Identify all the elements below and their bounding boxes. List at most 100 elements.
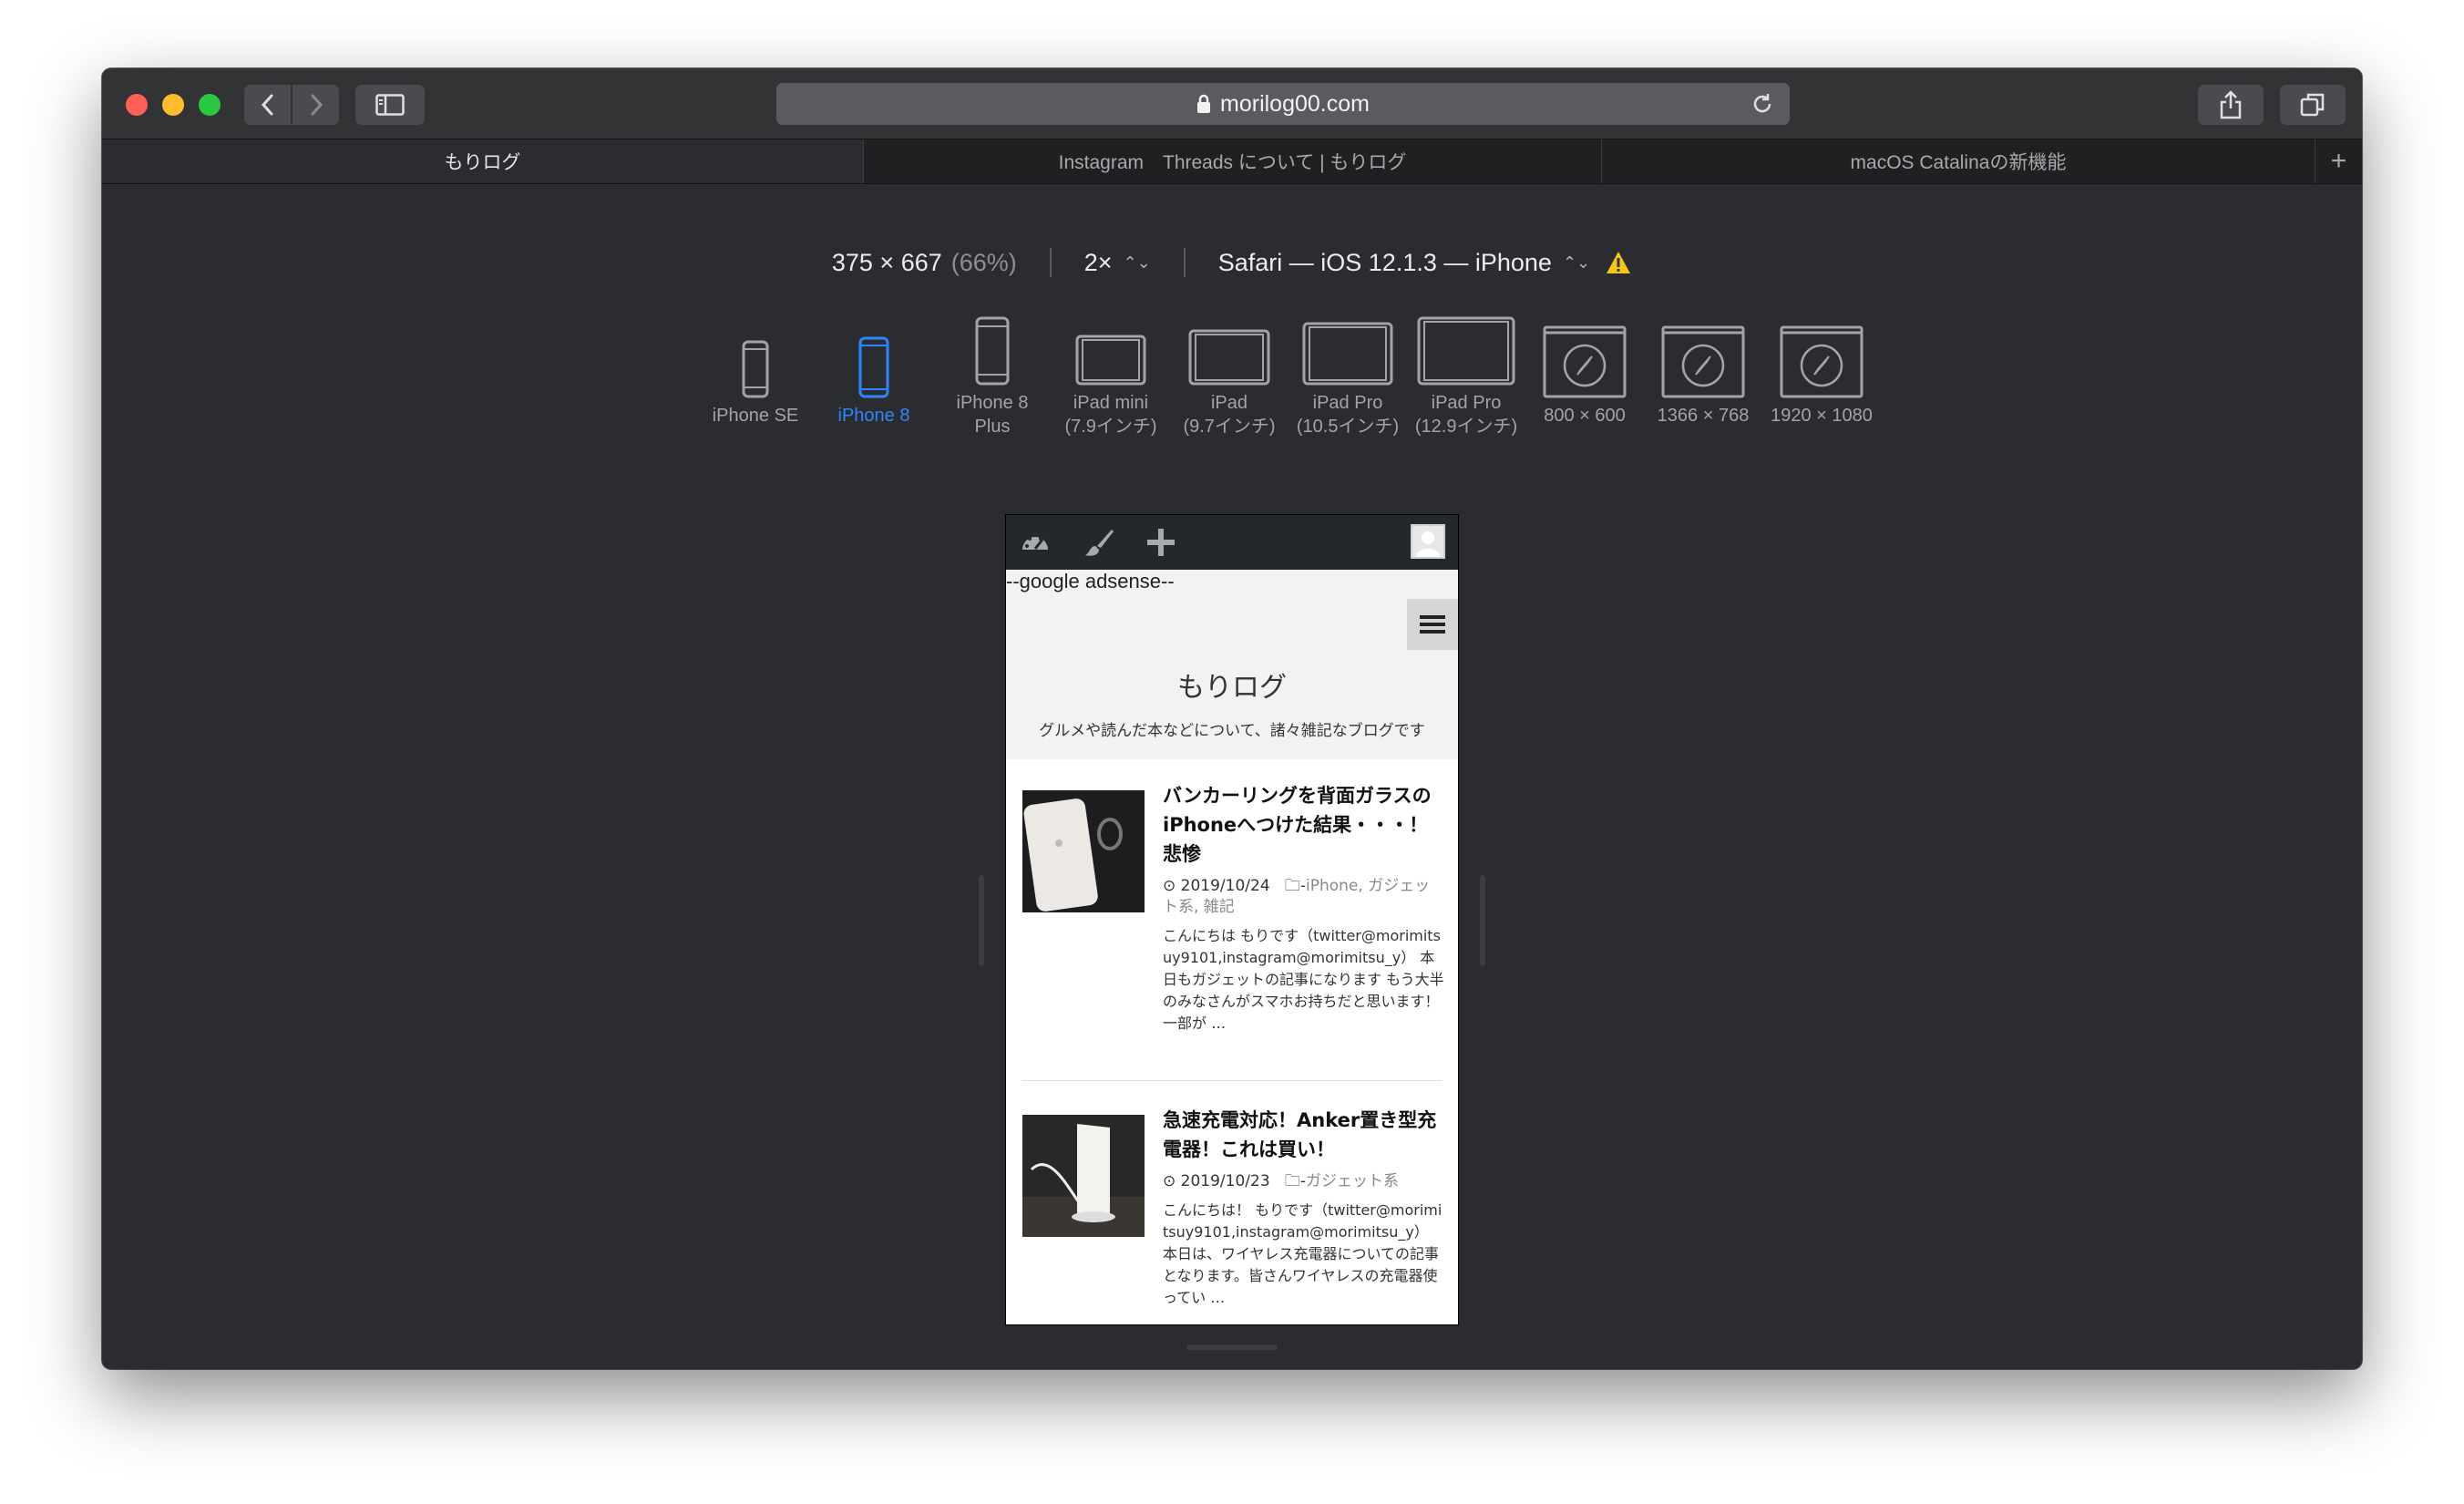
new-tab-button[interactable]: + [2315, 139, 2362, 183]
device-label: 1920 × 1080 [1771, 406, 1873, 426]
avatar[interactable] [1411, 524, 1445, 559]
tablet-icon [1302, 322, 1393, 386]
separator [1183, 248, 1186, 277]
forward-button[interactable] [293, 85, 339, 125]
post-thumbnail[interactable] [1022, 1115, 1145, 1237]
post-meta: ⊙ 2019/10/23 🗀-ガジェット系 [1163, 1171, 1445, 1192]
separator [1049, 248, 1052, 277]
site-header: もりログ グルメや読んだ本などについて、諸々雑記なブログです [1006, 570, 1458, 759]
tablet-icon [1417, 316, 1515, 386]
tablet-icon [1188, 329, 1270, 386]
compass-icon [1661, 325, 1745, 398]
hamburger-icon [1420, 615, 1445, 634]
site-title[interactable]: もりログ [1006, 664, 1458, 705]
close-window-button[interactable] [126, 94, 148, 116]
device-iphone-8[interactable]: iPhone 8 [815, 324, 933, 428]
resize-handle-right[interactable] [1480, 875, 1485, 966]
sidebar-toggle-button[interactable] [355, 85, 425, 125]
url-text: morilog00.com [1220, 90, 1370, 117]
user-icon [1416, 531, 1440, 557]
device-label: iPad [1210, 393, 1248, 413]
back-button[interactable] [244, 85, 291, 125]
viewport-dimensions: 375 × 667 [831, 248, 942, 276]
resize-handle-left[interactable] [979, 875, 984, 966]
divider [1022, 1080, 1442, 1081]
device-viewport: もりログ グルメや読んだ本などについて、諸々雑記なブログです --google … [1006, 515, 1458, 1324]
device-label: iPad Pro [1312, 393, 1383, 413]
device-ipad-pro-10-5[interactable]: iPad Pro (10.5インチ) [1288, 311, 1407, 438]
updown-chevron-icon: ⌃⌄ [1123, 253, 1151, 272]
post-title[interactable]: バンカーリングを背面ガラスのiPhoneへつけた結果・・・！悲惨 [1163, 781, 1445, 869]
browser-window: morilog00.com もりログ Instagram Threads につい… [102, 68, 2362, 1369]
responsive-design-bar: 375 × 667 (66%) 2× ⌃⌄ Safari — iOS 12.1.… [102, 242, 2362, 283]
device-ipad-mini[interactable]: iPad mini (7.9インチ) [1052, 311, 1170, 438]
device-presets: iPhone SE iPhone 8 iPhone 8 Plus iPad mi… [102, 316, 2362, 460]
lock-icon [1197, 94, 1211, 113]
reload-icon[interactable] [1750, 91, 1775, 117]
navigation-buttons [244, 85, 339, 125]
post-excerpt: こんにちは！ もりです（twitter@morimitsuy9101,insta… [1163, 1201, 1442, 1306]
tab-bar: もりログ Instagram Threads について | もりログ macOS… [102, 139, 2362, 184]
share-button[interactable] [2198, 85, 2264, 125]
zoom-window-button[interactable] [199, 94, 221, 116]
device-label: iPad mini [1073, 393, 1149, 413]
phone-icon [742, 340, 769, 398]
user-agent-select[interactable]: Safari — iOS 12.1.3 — iPhone [1218, 249, 1552, 277]
post-date: 2019/10/24 [1180, 877, 1270, 895]
warning-icon[interactable] [1605, 250, 1632, 275]
phone-icon [858, 336, 889, 398]
device-label-line2: Plus [974, 417, 1011, 437]
chevron-left-icon [261, 94, 272, 116]
menu-button[interactable] [1407, 599, 1458, 650]
post-date: 2019/10/23 [1180, 1172, 1270, 1190]
compass-icon [1780, 325, 1863, 398]
wp-admin-bar [1006, 515, 1458, 570]
charger-photo-image [1022, 1115, 1145, 1237]
phone-icon [975, 316, 1010, 386]
site-tagline: グルメや読んだ本などについて、諸々雑記なブログです [1039, 722, 1425, 740]
post-body: バンカーリングを背面ガラスのiPhoneへつけた結果・・・！悲惨 ⊙ 2019/… [1163, 781, 1445, 1035]
folder-icon: 🗀- [1275, 1172, 1306, 1190]
viewport-scale: (66%) [950, 248, 1017, 276]
address-bar[interactable]: morilog00.com [776, 83, 1790, 125]
device-1920x1080[interactable]: 1920 × 1080 [1762, 324, 1881, 428]
device-800x600[interactable]: 800 × 600 [1525, 324, 1644, 428]
device-ipad[interactable]: iPad (9.7インチ) [1170, 311, 1288, 438]
brush-icon[interactable] [1083, 526, 1115, 559]
device-iphone-8-plus[interactable]: iPhone 8 Plus [933, 311, 1052, 438]
tablet-icon [1075, 335, 1146, 386]
show-all-tabs-button[interactable] [2280, 85, 2346, 125]
device-iphone-se[interactable]: iPhone SE [696, 324, 815, 428]
post-thumbnail[interactable] [1022, 790, 1145, 912]
device-label-line2: (7.9インチ) [1064, 417, 1157, 437]
device-label: iPhone 8 [837, 406, 910, 426]
compass-icon [1543, 325, 1627, 398]
device-label-line2: (10.5インチ) [1296, 417, 1400, 437]
dashboard-icon[interactable] [1019, 526, 1052, 559]
device-label: iPhone SE [712, 406, 799, 426]
iphone-photo-image [1022, 790, 1145, 912]
post-title[interactable]: 急速充電対応！Anker置き型充電器！これは買い！ [1163, 1106, 1445, 1164]
resize-handle-bottom[interactable] [1186, 1344, 1278, 1350]
device-label-line2: (12.9インチ) [1414, 417, 1518, 437]
clock-icon: ⊙ [1163, 1172, 1181, 1190]
post-categories[interactable]: ガジェット系 [1306, 1172, 1399, 1190]
device-label-line2: (9.7インチ) [1183, 417, 1276, 437]
device-label: iPad Pro [1431, 393, 1502, 413]
post-excerpt: こんにちは もりです（twitter@morimitsuy9101,instag… [1163, 927, 1444, 1032]
chevron-right-icon [311, 94, 323, 116]
post-body: 急速充電対応！Anker置き型充電器！これは買い！ ⊙ 2019/10/23 🗀… [1163, 1106, 1445, 1309]
share-icon [2220, 90, 2242, 119]
post-meta: ⊙ 2019/10/24 🗀-iPhone, ガジェット系, 雑記 [1163, 876, 1445, 918]
plus-icon[interactable] [1145, 526, 1177, 559]
minimize-window-button[interactable] [162, 94, 184, 116]
pixel-ratio-select[interactable]: 2× [1084, 249, 1113, 277]
sidebar-icon [375, 94, 405, 116]
device-1366x768[interactable]: 1366 × 768 [1644, 324, 1762, 428]
tab-morilog[interactable]: もりログ [102, 139, 864, 183]
folder-icon: 🗀- [1275, 877, 1306, 895]
device-ipad-pro-12-9[interactable]: iPad Pro (12.9インチ) [1407, 311, 1525, 438]
browser-toolbar: morilog00.com [102, 68, 2362, 139]
tab-instagram-threads[interactable]: Instagram Threads について | もりログ [864, 139, 1602, 183]
tab-macos-catalina[interactable]: macOS Catalinaの新機能 [1602, 139, 2315, 183]
